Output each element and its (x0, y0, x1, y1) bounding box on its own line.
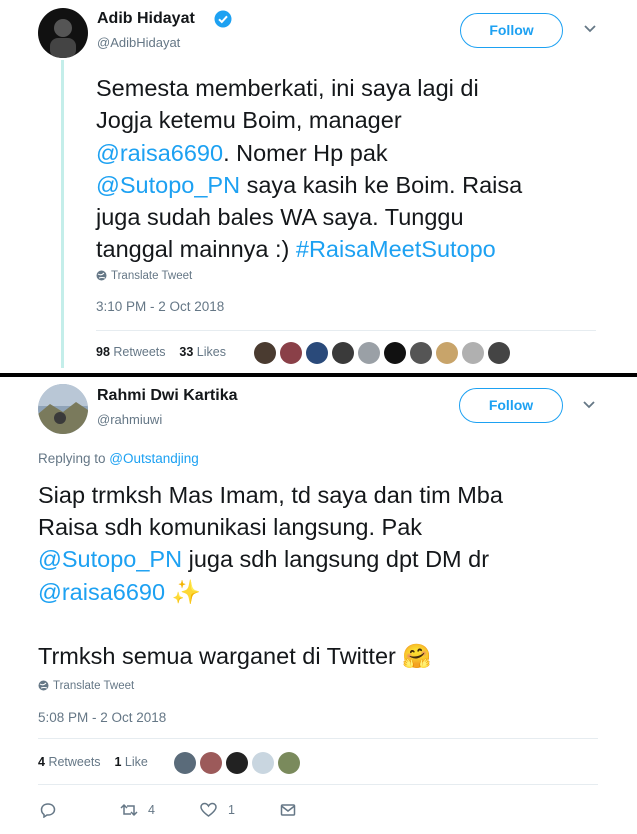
avatar[interactable] (278, 752, 300, 774)
screenshot-separator (0, 373, 637, 377)
like-count[interactable]: 33 (179, 345, 193, 359)
liker-avatars (174, 752, 304, 779)
engagement-stats: 4 Retweets 1 Like (38, 755, 148, 769)
translate-tweet[interactable]: Translate Tweet (38, 680, 134, 694)
hugging-face-emoji: 🤗 (402, 642, 432, 669)
tweet-text: Siap trmksh Mas Imam, td saya dan tim Mb… (38, 482, 503, 669)
reply-icon[interactable] (40, 802, 56, 821)
replying-to: Replying to @Outstandjing (38, 451, 199, 466)
retweet-action-count[interactable]: 4 (148, 803, 155, 817)
mention-link[interactable]: @Sutopo_PN (96, 172, 240, 198)
handle[interactable]: @AdibHidayat (97, 35, 180, 50)
avatar[interactable] (226, 752, 248, 774)
sparkles-emoji: ✨ (171, 578, 201, 605)
translate-tweet[interactable]: Translate Tweet (96, 270, 192, 284)
avatar[interactable] (38, 384, 88, 434)
retweet-count[interactable]: 98 (96, 345, 110, 359)
avatar[interactable] (252, 752, 274, 774)
envelope-icon[interactable] (280, 802, 296, 821)
avatar[interactable] (410, 342, 432, 364)
divider (38, 784, 598, 785)
retweet-icon[interactable] (120, 802, 138, 821)
follow-button[interactable]: Follow (459, 388, 563, 423)
avatar[interactable] (358, 342, 380, 364)
avatar[interactable] (174, 752, 196, 774)
avatar[interactable] (384, 342, 406, 364)
globe-icon (38, 680, 49, 694)
retweet-count[interactable]: 4 (38, 755, 45, 769)
divider (38, 738, 598, 739)
display-name[interactable]: Adib Hidayat (97, 10, 195, 28)
follow-button[interactable]: Follow (460, 13, 563, 48)
divider (96, 330, 596, 331)
like-count[interactable]: 1 (114, 755, 121, 769)
avatar[interactable] (488, 342, 510, 364)
handle[interactable]: @rahmiuwi (97, 412, 162, 427)
liker-avatars (254, 342, 514, 369)
hashtag-link[interactable]: #RaisaMeetSutopo (296, 236, 496, 262)
like-action-count[interactable]: 1 (228, 803, 235, 817)
mention-link[interactable]: @raisa6690 (96, 140, 223, 166)
chevron-down-icon[interactable] (582, 398, 596, 412)
avatar[interactable] (38, 8, 88, 58)
timestamp[interactable]: 3:10 PM - 2 Oct 2018 (96, 299, 224, 314)
tweet-text: Semesta memberkati, ini saya lagi di Jog… (96, 75, 523, 263)
avatar[interactable] (200, 752, 222, 774)
globe-icon (96, 270, 107, 284)
avatar[interactable] (332, 342, 354, 364)
avatar[interactable] (306, 342, 328, 364)
replying-to-link[interactable]: @Outstandjing (109, 451, 199, 466)
mention-link[interactable]: @raisa6690 (38, 579, 165, 605)
verified-badge-icon (214, 10, 232, 28)
avatar[interactable] (462, 342, 484, 364)
avatar[interactable] (280, 342, 302, 364)
action-bar: 4 1 (38, 800, 598, 820)
engagement-stats: 98 Retweets 33 Likes (96, 345, 226, 359)
thread-line (61, 60, 64, 368)
mention-link[interactable]: @Sutopo_PN (38, 546, 182, 572)
heart-icon[interactable] (200, 802, 217, 821)
avatar[interactable] (254, 342, 276, 364)
timestamp[interactable]: 5:08 PM - 2 Oct 2018 (38, 710, 166, 725)
display-name[interactable]: Rahmi Dwi Kartika (97, 387, 237, 405)
chevron-down-icon[interactable] (583, 22, 597, 36)
avatar[interactable] (436, 342, 458, 364)
